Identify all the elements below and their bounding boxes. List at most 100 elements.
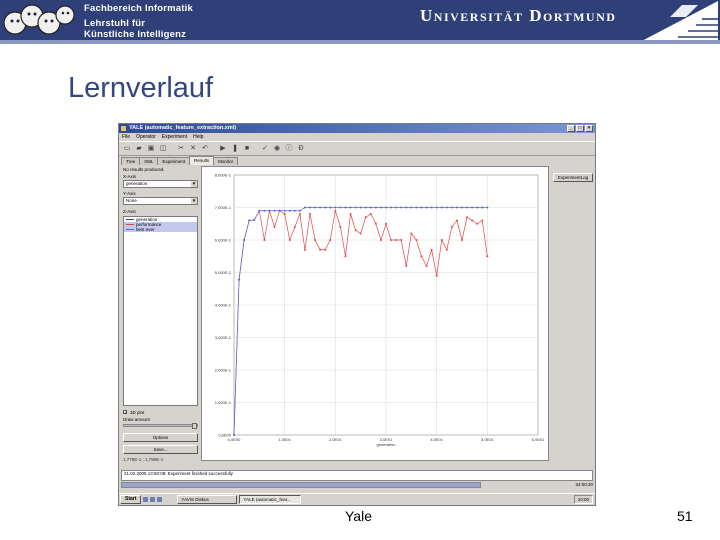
performance-point: [455, 219, 458, 222]
pause-icon[interactable]: ❚: [230, 144, 240, 154]
window-controls: _ □ ×: [567, 125, 593, 132]
status-text: No results produced.: [123, 167, 165, 172]
cut-icon[interactable]: ✂: [176, 144, 186, 154]
taskbar-item-active[interactable]: YALE (automatic_feat...: [239, 495, 302, 504]
x-axis-select[interactable]: generation: [123, 180, 198, 188]
quicklaunch-icon[interactable]: [143, 497, 149, 502]
options-button[interactable]: Options: [123, 433, 198, 442]
best-ever-point: [298, 209, 301, 212]
best-ever-point: [379, 206, 382, 209]
z-item-best-ever[interactable]: best ever: [124, 227, 197, 232]
best-ever-point: [461, 206, 463, 209]
minimize-button[interactable]: _: [567, 125, 575, 132]
delete-icon[interactable]: ✕: [188, 144, 198, 154]
best-ever-point: [410, 206, 413, 209]
quicklaunch-icon[interactable]: [157, 497, 163, 502]
validate-icon[interactable]: ✓: [260, 144, 270, 154]
best-ever-point: [263, 209, 266, 212]
y-tick-label: 1,000E-1: [215, 400, 232, 405]
performance-point: [374, 222, 377, 225]
menu-file[interactable]: File: [122, 133, 130, 141]
save-as-icon[interactable]: ◫: [158, 144, 168, 154]
x-tick-label: 0,0E00: [228, 437, 241, 442]
best-ever-point: [349, 206, 352, 209]
maximize-button[interactable]: □: [576, 125, 584, 132]
best-ever-point: [481, 206, 484, 209]
best-ever-point: [486, 206, 489, 209]
performance-point: [339, 226, 342, 228]
slider-knob[interactable]: [192, 423, 197, 429]
tab-results[interactable]: Results: [189, 156, 215, 165]
tab-bar: Tree XML Experiment Results Monitor: [121, 156, 239, 165]
department-text: Fachbereich Informatik Lehrstuhl für Kün…: [84, 3, 193, 40]
performance-point: [445, 248, 448, 251]
best-ever-point: [455, 206, 458, 209]
taskbar-clock: 10:00: [573, 495, 593, 504]
menu-help[interactable]: Help: [193, 133, 203, 141]
footer-label: Yale: [345, 508, 372, 524]
best-ever-point: [440, 206, 443, 209]
best-ever-point: [334, 206, 337, 209]
performance-point: [379, 239, 382, 241]
chair-line: Lehrstuhl für: [84, 18, 146, 29]
quick-launch: [143, 496, 175, 504]
right-panel: ExperimentLog: [551, 166, 595, 461]
best-ever-point: [471, 206, 474, 209]
menu-operator[interactable]: Operator: [136, 133, 156, 141]
view-icon[interactable]: ◉: [272, 144, 282, 154]
tab-tree[interactable]: Tree: [121, 157, 141, 165]
performance-point: [359, 232, 362, 235]
best-ever-point: [253, 218, 256, 221]
performance-point: [450, 226, 453, 228]
x-tick-label: 1,0E01: [278, 437, 291, 442]
tab-monitor[interactable]: Monitor: [213, 157, 239, 165]
save-icon[interactable]: ▣: [146, 144, 156, 154]
run-icon[interactable]: ▶: [218, 144, 228, 154]
performance-line: [233, 209, 488, 436]
info-icon[interactable]: ⓘ: [284, 144, 294, 154]
status-bar: 34:00:20: [121, 482, 593, 488]
plot3d-checkbox[interactable]: ✓: [123, 410, 127, 415]
breakpoint-icon[interactable]: Ð: [296, 144, 306, 154]
menu-experiment[interactable]: Experiment: [162, 133, 187, 141]
performance-point: [293, 226, 296, 228]
draw-amount-slider[interactable]: [123, 423, 198, 429]
tab-xml[interactable]: XML: [139, 157, 159, 165]
start-button[interactable]: Start: [120, 495, 142, 504]
stop-icon[interactable]: ■: [242, 144, 252, 154]
best-ever-point: [233, 434, 235, 436]
performance-point: [369, 213, 372, 215]
best-ever-point: [415, 206, 418, 209]
best-ever-point: [329, 206, 332, 209]
best-ever-point: [374, 206, 377, 209]
best-ever-point: [288, 209, 291, 212]
taskbar-item[interactable]: YAVIS Diskus: [177, 495, 238, 504]
experiment-log-button[interactable]: ExperimentLog: [553, 173, 593, 182]
save-button[interactable]: Save...: [123, 445, 198, 454]
y-axis-select[interactable]: None: [123, 197, 198, 205]
best-ever-point: [309, 206, 311, 209]
window-titlebar[interactable]: YALE (automatic_feature_extraction.xml) …: [119, 124, 595, 133]
best-ever-point: [248, 219, 251, 222]
y-tick-label: 4,000E-1: [215, 303, 232, 308]
best-ever-point: [243, 239, 246, 241]
performance-point: [410, 232, 413, 235]
best-ever-point: [344, 206, 347, 209]
best-ever-point: [319, 206, 322, 209]
performance-point: [471, 219, 474, 222]
undo-icon[interactable]: ↶: [200, 144, 210, 154]
quicklaunch-icon[interactable]: [150, 497, 156, 502]
best-ever-point: [268, 209, 271, 212]
y-axis-label: Y-Axis: [123, 191, 136, 196]
best-ever-point: [354, 206, 357, 209]
close-button[interactable]: ×: [585, 125, 593, 132]
department-line: Fachbereich Informatik: [84, 3, 193, 14]
new-icon[interactable]: ▭: [122, 144, 132, 154]
performance-point: [288, 239, 291, 241]
performance-point: [486, 255, 489, 258]
best-ever-point: [450, 206, 453, 209]
best-ever-point: [425, 206, 428, 209]
best-ever-point: [364, 206, 367, 209]
tab-experiment[interactable]: Experiment: [157, 157, 191, 165]
open-icon[interactable]: ▰: [134, 144, 144, 154]
